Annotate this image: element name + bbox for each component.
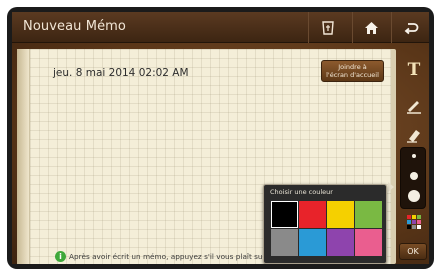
color-swatch[interactable] — [327, 201, 354, 228]
color-swatch[interactable] — [299, 201, 326, 228]
hint-text: Après avoir écrit un mémo, appuyez s'il … — [69, 252, 266, 261]
color-swatch[interactable] — [299, 229, 326, 256]
eraser-tool-button[interactable] — [401, 123, 427, 147]
eraser-tool-icon — [407, 130, 420, 143]
clear-memo-icon — [321, 20, 334, 35]
color-picker-popup: Choisir une couleur — [263, 184, 387, 264]
color-swatch[interactable] — [327, 229, 354, 256]
title-bar: Nouveau Mémo — [12, 12, 429, 43]
add-to-home-screen-button[interactable]: Joindre à l'écran d'accueil — [321, 60, 384, 82]
back-icon — [404, 22, 418, 34]
app-title: Nouveau Mémo — [23, 19, 126, 34]
back-button[interactable] — [391, 12, 429, 43]
home-icon — [365, 21, 378, 34]
device-frame: Nouveau Mémo jeu. 8 mai 2014 02:02 AM Jo… — [7, 7, 434, 269]
stroke-size-large[interactable] — [408, 190, 420, 202]
stroke-size-medium[interactable] — [410, 172, 418, 180]
notebook-spine — [17, 49, 29, 264]
info-icon: i — [55, 251, 66, 262]
pen-tool-icon — [407, 101, 421, 114]
color-picker-title: Choisir une couleur — [270, 188, 333, 196]
clear-memo-button[interactable] — [308, 12, 346, 43]
stroke-size-selector[interactable] — [400, 147, 426, 209]
svg-text:T: T — [408, 60, 421, 78]
color-palette-icon — [407, 215, 421, 229]
home-button[interactable] — [352, 12, 390, 43]
text-tool-icon: T — [408, 60, 421, 78]
color-swatch[interactable] — [271, 201, 298, 228]
color-palette-button[interactable] — [401, 211, 427, 233]
memo-date: jeu. 8 mai 2014 02:02 AM — [53, 67, 189, 79]
color-swatch-grid — [271, 201, 382, 257]
stroke-size-small[interactable] — [412, 154, 416, 158]
screen: Nouveau Mémo jeu. 8 mai 2014 02:02 AM Jo… — [12, 12, 429, 264]
text-tool-button[interactable]: T — [401, 56, 427, 82]
ok-button[interactable]: OK — [399, 243, 427, 260]
color-swatch[interactable] — [355, 201, 382, 228]
picker-arrow — [388, 182, 394, 192]
color-swatch[interactable] — [355, 229, 382, 256]
pen-tool-button[interactable] — [401, 92, 427, 118]
color-swatch[interactable] — [271, 229, 298, 256]
add-to-home-screen-label: Joindre à l'écran d'accueil — [326, 63, 379, 79]
